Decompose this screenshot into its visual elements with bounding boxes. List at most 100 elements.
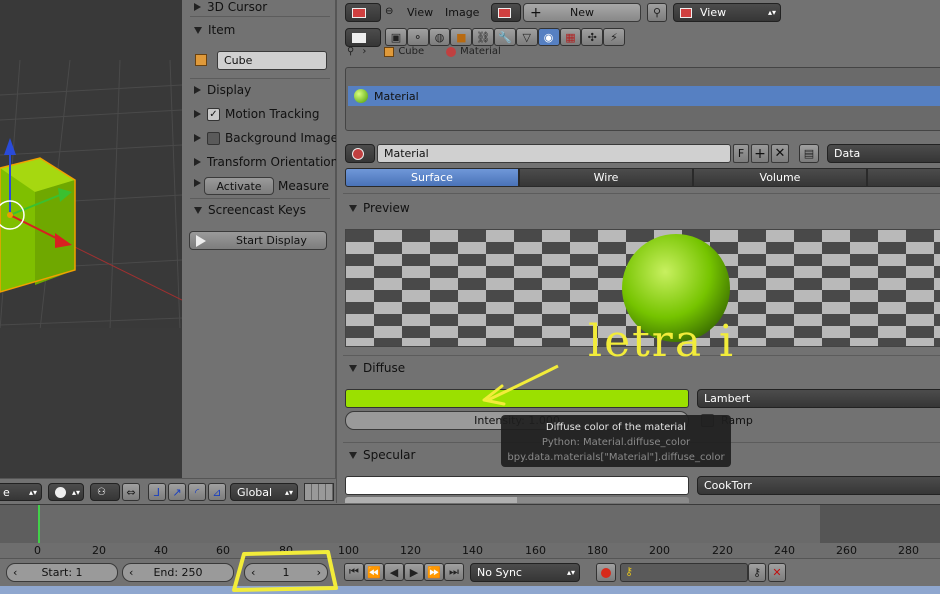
- jump-prev-key-icon[interactable]: ⏪: [364, 563, 384, 581]
- view-menu[interactable]: View: [407, 6, 433, 19]
- chevron-left-icon[interactable]: ‹: [13, 566, 17, 579]
- divider: [190, 78, 330, 79]
- modifiers-tab-icon[interactable]: 🔧: [494, 28, 516, 46]
- image-browse-select[interactable]: [491, 3, 521, 22]
- insert-keyframe-icon[interactable]: ⚷: [748, 563, 766, 582]
- add-material-button[interactable]: +: [751, 144, 769, 163]
- display-panel-header[interactable]: Display: [194, 83, 251, 97]
- collapse-down-icon: [349, 204, 357, 212]
- material-tab-icon[interactable]: ◉: [537, 28, 560, 46]
- play-reverse-icon[interactable]: ◀: [384, 563, 404, 581]
- background-images-header[interactable]: Background Images: [194, 131, 344, 145]
- specular-intensity-slider[interactable]: [345, 497, 689, 503]
- viewport-shading-select[interactable]: ▴▾: [48, 483, 84, 501]
- editor-type-select[interactable]: [345, 3, 381, 22]
- layers-grid-icon[interactable]: [304, 483, 334, 501]
- play-icon[interactable]: ▶: [404, 563, 424, 581]
- updown-arrows-icon: ▴▾: [284, 487, 293, 497]
- play-icon: [196, 234, 206, 247]
- fake-user-button[interactable]: F: [733, 144, 749, 163]
- current-frame-marker[interactable]: [38, 505, 40, 543]
- plus-icon: +: [754, 145, 766, 162]
- timeline[interactable]: 0 20 40 60 80 100 120 140 160 180 200 22…: [0, 504, 940, 559]
- physics-tab-icon[interactable]: ⚡: [603, 28, 625, 46]
- key-icon: ⚷: [625, 565, 634, 578]
- texture-tab-icon[interactable]: ▦: [559, 28, 582, 46]
- preview-panel-header[interactable]: Preview: [349, 201, 410, 215]
- unlink-material-button[interactable]: ✕: [771, 144, 789, 163]
- image-menu[interactable]: Image: [445, 6, 479, 19]
- material-slot-row[interactable]: Material: [348, 86, 940, 106]
- object-tab-icon[interactable]: ■: [450, 28, 473, 46]
- item-panel-header[interactable]: Item: [194, 23, 235, 37]
- tooltip-title: Diffuse color of the material: [545, 422, 687, 433]
- plus-icon: +: [530, 4, 542, 21]
- rotate-manipulator-icon[interactable]: ◜: [188, 483, 206, 501]
- sync-select[interactable]: No Sync ▴▾: [470, 563, 580, 582]
- specular-color-swatch[interactable]: [345, 476, 689, 495]
- jump-start-icon[interactable]: ⏮: [344, 563, 364, 581]
- viewport-3d[interactable]: [0, 0, 183, 478]
- render-tab-icon[interactable]: ▣: [385, 28, 407, 46]
- particles-tab-icon[interactable]: ✣: [581, 28, 604, 46]
- end-frame-field[interactable]: ‹ End: 250: [122, 563, 234, 582]
- tab-extra[interactable]: [867, 168, 940, 187]
- scale-manipulator-icon[interactable]: ⊿: [208, 483, 226, 501]
- specular-panel-header[interactable]: Specular: [349, 448, 415, 462]
- new-image-button[interactable]: + New: [523, 3, 641, 22]
- data-tab-icon[interactable]: ▽: [515, 28, 538, 46]
- collapse-down-icon: [349, 451, 357, 459]
- start-frame-field[interactable]: ‹ Start: 1: [6, 563, 118, 582]
- pin-icon[interactable]: ⚲: [347, 46, 354, 57]
- diffuse-shader-select[interactable]: Lambert: [697, 389, 940, 408]
- record-icon[interactable]: [596, 563, 616, 582]
- specular-shader-select[interactable]: CookTorr: [697, 476, 940, 495]
- translate-icon[interactable]: ⅃: [148, 483, 166, 501]
- chevron-left-icon[interactable]: ‹: [129, 566, 133, 579]
- pivot-select[interactable]: ⚇: [90, 483, 120, 501]
- cursor-panel-header[interactable]: 3D Cursor: [194, 0, 267, 14]
- mode-select[interactable]: e ▴▾: [0, 483, 42, 501]
- image-editor-header: ⊖ View Image + New ⚲ View ▴▾: [336, 0, 940, 25]
- start-display-button[interactable]: Start Display: [189, 231, 327, 250]
- collapse-right-icon: [194, 158, 201, 166]
- motion-tracking-header[interactable]: ✓ Motion Tracking: [194, 107, 319, 121]
- view-mode-select[interactable]: View ▴▾: [673, 3, 781, 22]
- tab-volume[interactable]: Volume: [693, 168, 867, 187]
- updown-arrows-icon: ▴▾: [767, 8, 776, 17]
- delete-keyframe-icon[interactable]: ✕: [768, 563, 786, 582]
- updown-arrows-icon: ▴▾: [566, 568, 575, 577]
- manipulator-toggle-icon[interactable]: ⇔: [122, 483, 140, 501]
- tab-surface[interactable]: Surface: [345, 168, 519, 187]
- constraints-tab-icon[interactable]: ⛓: [472, 28, 495, 46]
- jump-next-key-icon[interactable]: ⏩: [424, 563, 444, 581]
- keying-set-field[interactable]: ⚷: [620, 563, 748, 582]
- properties-editor-type-select[interactable]: [345, 28, 381, 47]
- world-tab-icon[interactable]: ◍: [428, 28, 451, 46]
- transform-orientations-header[interactable]: Transform Orientations: [194, 155, 345, 169]
- material-browse-select[interactable]: [345, 144, 375, 163]
- tooltip-python: Python: Material.diffuse_color: [541, 437, 691, 448]
- scene-tab-icon[interactable]: ⚬: [406, 28, 429, 46]
- motion-tracking-checkbox[interactable]: ✓: [207, 107, 220, 121]
- activate-button[interactable]: Activate: [204, 177, 274, 195]
- pin-icon[interactable]: ⚲: [647, 3, 667, 22]
- collapse-right-icon: [194, 86, 201, 94]
- collapse-down-icon: [194, 26, 202, 34]
- material-name-field[interactable]: Material: [377, 144, 731, 163]
- arrow-manipulator-icon[interactable]: ↗: [168, 483, 186, 501]
- collapse-menu-icon[interactable]: ⊖: [385, 6, 393, 17]
- breadcrumb: ⚲ › Cube Material: [347, 46, 501, 57]
- screencast-keys-header[interactable]: Screencast Keys: [194, 203, 306, 217]
- material-tabs: Surface Wire Volume: [345, 168, 940, 187]
- tab-wire[interactable]: Wire: [519, 168, 693, 187]
- item-name-field[interactable]: Cube: [217, 51, 327, 70]
- background-images-checkbox[interactable]: [207, 131, 220, 145]
- node-toggle-icon[interactable]: ▤: [799, 144, 819, 163]
- tooltip-path: bpy.data.materials["Material"].diffuse_c…: [507, 452, 725, 463]
- orientation-select[interactable]: Global ▴▾: [230, 483, 298, 501]
- diffuse-panel-header[interactable]: Diffuse: [349, 361, 405, 375]
- jump-end-icon[interactable]: ⏭: [444, 563, 464, 581]
- link-select[interactable]: Data: [827, 144, 940, 163]
- timeline-range: [38, 505, 820, 543]
